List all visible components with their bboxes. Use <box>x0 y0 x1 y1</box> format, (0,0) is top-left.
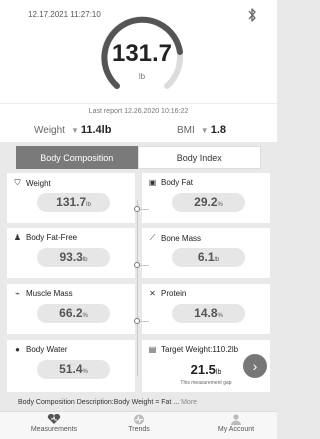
card-value-pill: 131.7lb <box>37 193 110 212</box>
tab-body-index[interactable]: Body Index <box>137 146 261 169</box>
card-unit: % <box>82 369 88 375</box>
down-arrow-icon: ▼ <box>70 126 79 135</box>
tab-body-composition[interactable]: Body Composition <box>16 146 138 169</box>
person-icon: ♟ <box>13 233 22 242</box>
card-label: Body Water <box>26 345 68 354</box>
weight-change: Weight ▼ 11.4lb <box>34 124 111 136</box>
weight-unit: lb <box>138 72 146 81</box>
connector-dot <box>134 262 140 268</box>
tab-bar: Body Composition Body Index <box>16 146 261 169</box>
more-link[interactable]: More <box>181 399 197 406</box>
card-bone-mass[interactable]: ⟋ Bone Mass 6.1lb <box>142 228 270 278</box>
card-value-pill: 93.3lb <box>37 248 110 267</box>
card-body-fat[interactable]: ▣ Body Fat 29.2% <box>142 173 270 223</box>
nav-label: Trends <box>128 426 150 433</box>
weight-change-label: Weight <box>34 125 65 136</box>
card-unit: lb <box>214 257 220 263</box>
card-value: 6.1 <box>197 250 215 264</box>
nav-measurements[interactable]: Measurements <box>24 414 84 433</box>
target-note: This measurement gap <box>180 380 232 386</box>
card-value: 51.4 <box>59 362 83 376</box>
protein-icon: ✕ <box>149 289 156 298</box>
card-unit: % <box>82 313 88 319</box>
card-protein[interactable]: ✕ Protein 14.8% <box>142 284 270 334</box>
connector-dot <box>134 318 140 324</box>
weight-change-value: 11.4lb <box>80 124 112 136</box>
target-icon: ▤ <box>148 345 157 354</box>
down-arrow-icon: ▼ <box>200 126 209 135</box>
description-text: Body Composition Description:Body Weight… <box>18 399 180 406</box>
card-value: 21.5 <box>190 362 216 377</box>
card-value-pill: 14.8% <box>172 304 245 323</box>
card-muscle-mass[interactable]: ⌁ Muscle Mass 66.2% <box>7 284 135 334</box>
muscle-icon: ⌁ <box>15 289 20 298</box>
bottom-nav: Measurements Trends My Account <box>0 411 277 439</box>
nav-my-account[interactable]: My Account <box>206 414 266 433</box>
card-label: Bone Mass <box>161 233 202 243</box>
card-unit: lb <box>215 369 222 376</box>
card-label: Muscle Mass <box>26 289 73 298</box>
card-value: 131.7 <box>56 195 87 209</box>
card-unit: % <box>217 202 223 208</box>
bmi-change: BMI ▼ 1.8 <box>177 124 226 136</box>
connector-dot <box>134 206 140 212</box>
nav-trends[interactable]: Trends <box>116 414 162 433</box>
bmi-change-value: 1.8 <box>210 124 226 136</box>
bmi-change-label: BMI <box>177 125 195 136</box>
connector-line <box>137 200 138 376</box>
measurement-datetime: 12.17.2021 11:27:10 <box>28 10 101 19</box>
card-value-pill: 66.2% <box>37 304 110 323</box>
card-value: 29.2 <box>194 195 218 209</box>
body-fat-icon: ▣ <box>148 178 157 187</box>
pulse-icon <box>134 414 144 425</box>
nav-label: Measurements <box>30 426 78 433</box>
card-value-pill: 29.2% <box>172 193 245 212</box>
card-value: 14.8 <box>194 306 218 320</box>
summary-panel: Last report 12.26.2020 10:16:22 Weight ▼ 1… <box>0 103 277 142</box>
card-body-water[interactable]: ● Body Water 51.4% <box>7 340 135 392</box>
card-label: Weight <box>26 178 51 188</box>
weight-value: 131.7 <box>111 40 173 67</box>
card-unit: % <box>217 313 223 319</box>
card-body-fat-free[interactable]: ♟ Body Fat-Free 93.3lb <box>7 228 135 278</box>
card-label: Target Weight:110.2lb <box>161 345 239 354</box>
heart-shield-icon <box>47 414 61 424</box>
card-value-pill: 51.4% <box>37 360 110 379</box>
user-icon <box>231 414 241 425</box>
card-unit: lb <box>86 202 91 208</box>
nav-label: My Account <box>217 426 255 433</box>
scale-icon: ⛉ <box>14 178 21 187</box>
composition-description: Body Composition Description:Body Weight… <box>0 395 277 411</box>
card-value: 93.3 <box>59 250 83 264</box>
card-label: Body Fat <box>161 178 194 187</box>
card-value-pill: 6.1lb <box>172 248 245 267</box>
last-report: Last report 12.26.2020 10:16:22 <box>88 108 189 115</box>
bluetooth-icon[interactable] <box>246 7 258 23</box>
card-value: 66.2 <box>59 306 83 320</box>
card-unit: lb <box>82 257 88 263</box>
water-drop-icon: ● <box>15 345 20 354</box>
top-panel: 12.17.2021 11:27:10 131.7 lb <box>0 0 277 103</box>
card-weight[interactable]: ⛉ Weight 131.7lb <box>7 173 135 223</box>
next-arrow-button[interactable]: › <box>243 354 267 378</box>
bone-icon: ⟋ <box>149 233 156 242</box>
card-label: Protein <box>161 289 187 298</box>
card-label: Body Fat-Free <box>26 233 78 242</box>
